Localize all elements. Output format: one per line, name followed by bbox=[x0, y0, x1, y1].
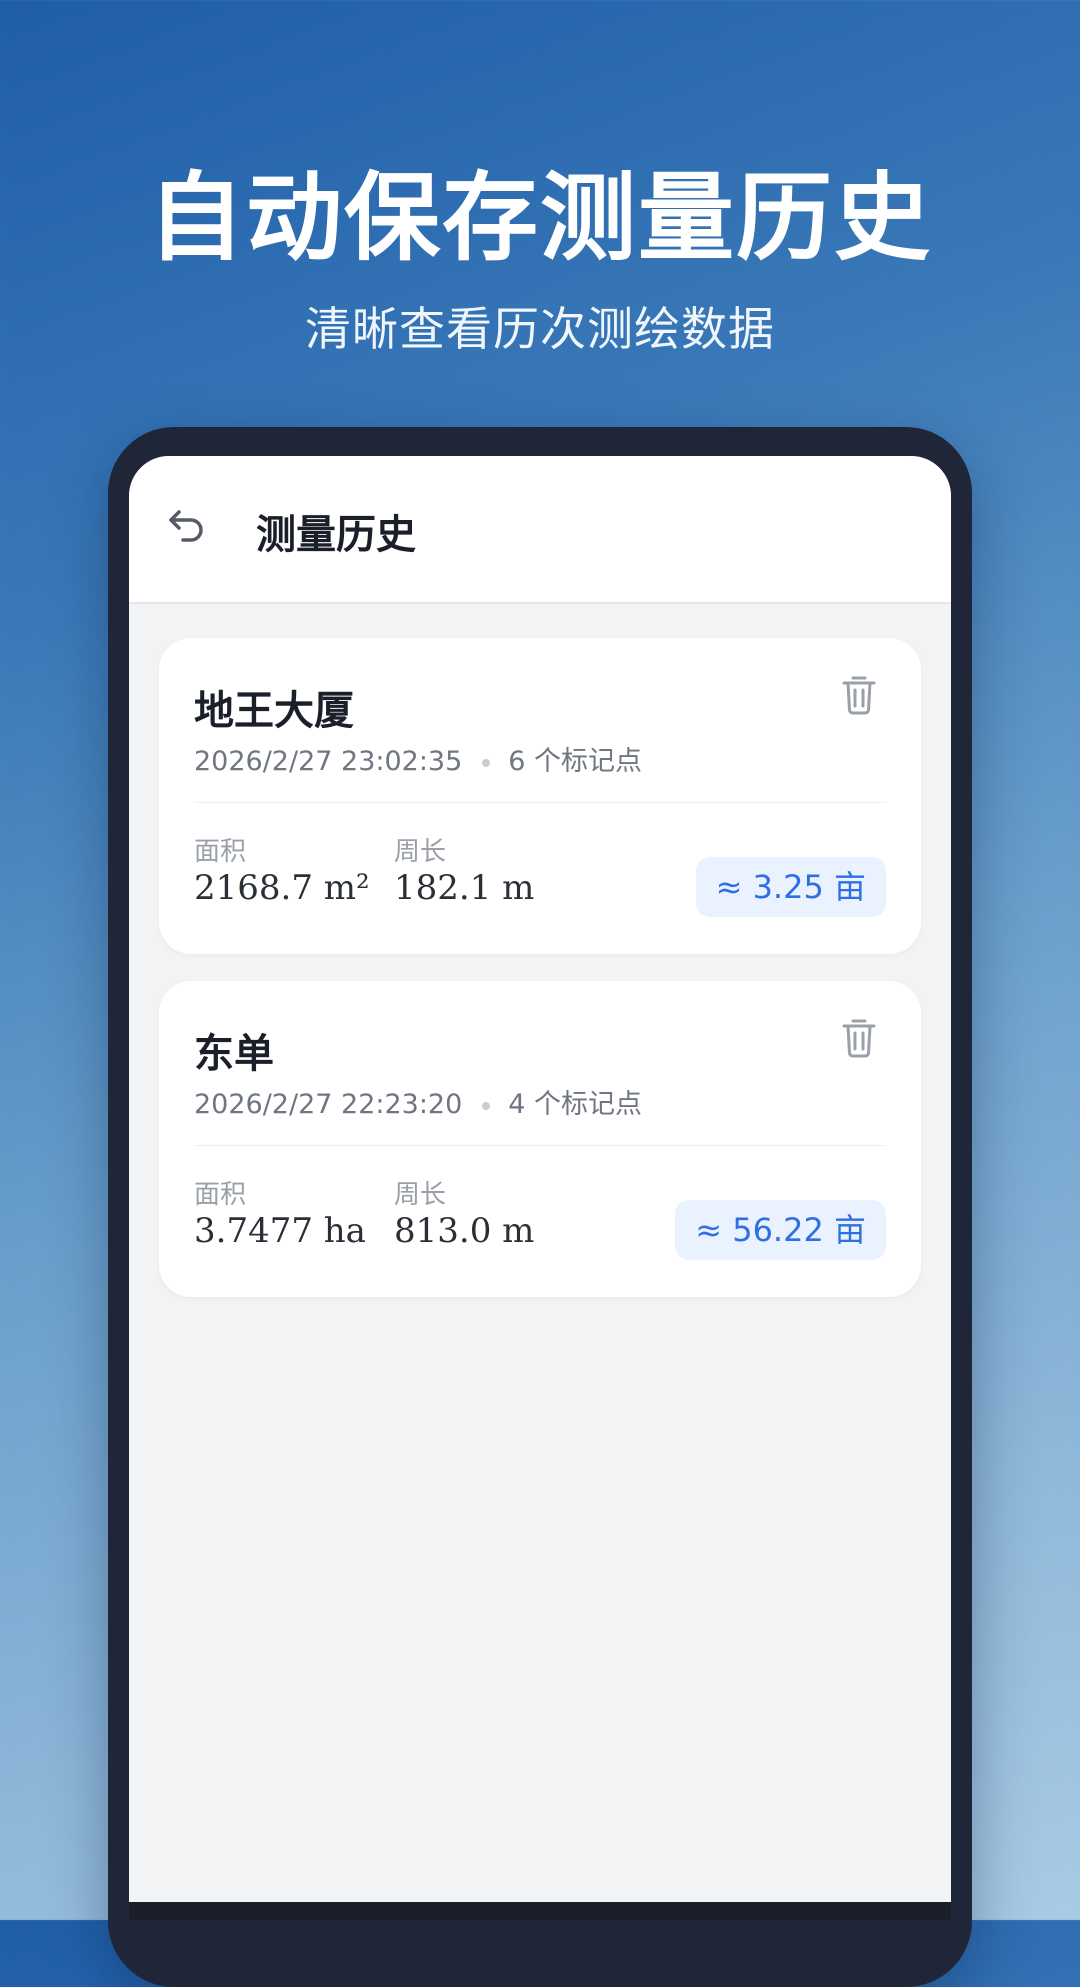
app-screen: 测量历史 地王大厦 2026/2/27 23:02:35 6 个标记点 面积 21… bbox=[129, 456, 951, 1902]
area-value: 2168.7 m² bbox=[194, 868, 370, 908]
perimeter-value: 182.1 m bbox=[394, 868, 535, 908]
record-name: 地王大厦 bbox=[194, 688, 354, 734]
perimeter-label: 周长 bbox=[394, 837, 447, 867]
record-name: 东单 bbox=[194, 1031, 274, 1077]
promo-title: 自动保存测量历史 bbox=[148, 162, 932, 274]
record-meta: 2026/2/27 23:02:35 6 个标记点 bbox=[194, 739, 642, 778]
perimeter-label: 周长 bbox=[394, 1180, 447, 1210]
card-divider bbox=[194, 1145, 886, 1146]
back-button[interactable] bbox=[159, 498, 215, 554]
area-value: 3.7477 ha bbox=[194, 1211, 366, 1251]
delete-button[interactable] bbox=[839, 672, 879, 716]
area-label: 面积 bbox=[194, 1180, 247, 1210]
record-card[interactable]: 地王大厦 2026/2/27 23:02:35 6 个标记点 面积 2168.7 … bbox=[159, 638, 921, 954]
delete-button[interactable] bbox=[839, 1015, 879, 1059]
record-datetime: 2026/2/27 23:02:35 bbox=[194, 746, 463, 777]
back-arrow-icon bbox=[169, 510, 203, 542]
bottom-bar bbox=[129, 1902, 951, 1920]
promo-subtitle: 清晰查看历次测绘数据 bbox=[305, 302, 775, 356]
record-datetime: 2026/2/27 22:23:20 bbox=[194, 1089, 463, 1120]
mu-badge: ≈ 56.22 亩 bbox=[675, 1200, 886, 1260]
trash-icon bbox=[842, 676, 876, 715]
page-title: 测量历史 bbox=[256, 512, 416, 558]
app-header: 测量历史 bbox=[129, 456, 951, 604]
trash-icon bbox=[842, 1019, 876, 1058]
area-label: 面积 bbox=[194, 837, 247, 867]
record-points: 6 个标记点 bbox=[508, 746, 643, 777]
separator-dot bbox=[482, 1101, 491, 1110]
separator-dot bbox=[482, 758, 491, 767]
card-divider bbox=[194, 802, 886, 803]
record-points: 4 个标记点 bbox=[508, 1089, 643, 1120]
record-meta: 2026/2/27 22:23:20 4 个标记点 bbox=[194, 1082, 642, 1121]
record-card[interactable]: 东单 2026/2/27 22:23:20 4 个标记点 面积 3.7477 ha… bbox=[159, 981, 921, 1297]
mu-badge: ≈ 3.25 亩 bbox=[695, 857, 886, 917]
perimeter-value: 813.0 m bbox=[394, 1211, 535, 1251]
